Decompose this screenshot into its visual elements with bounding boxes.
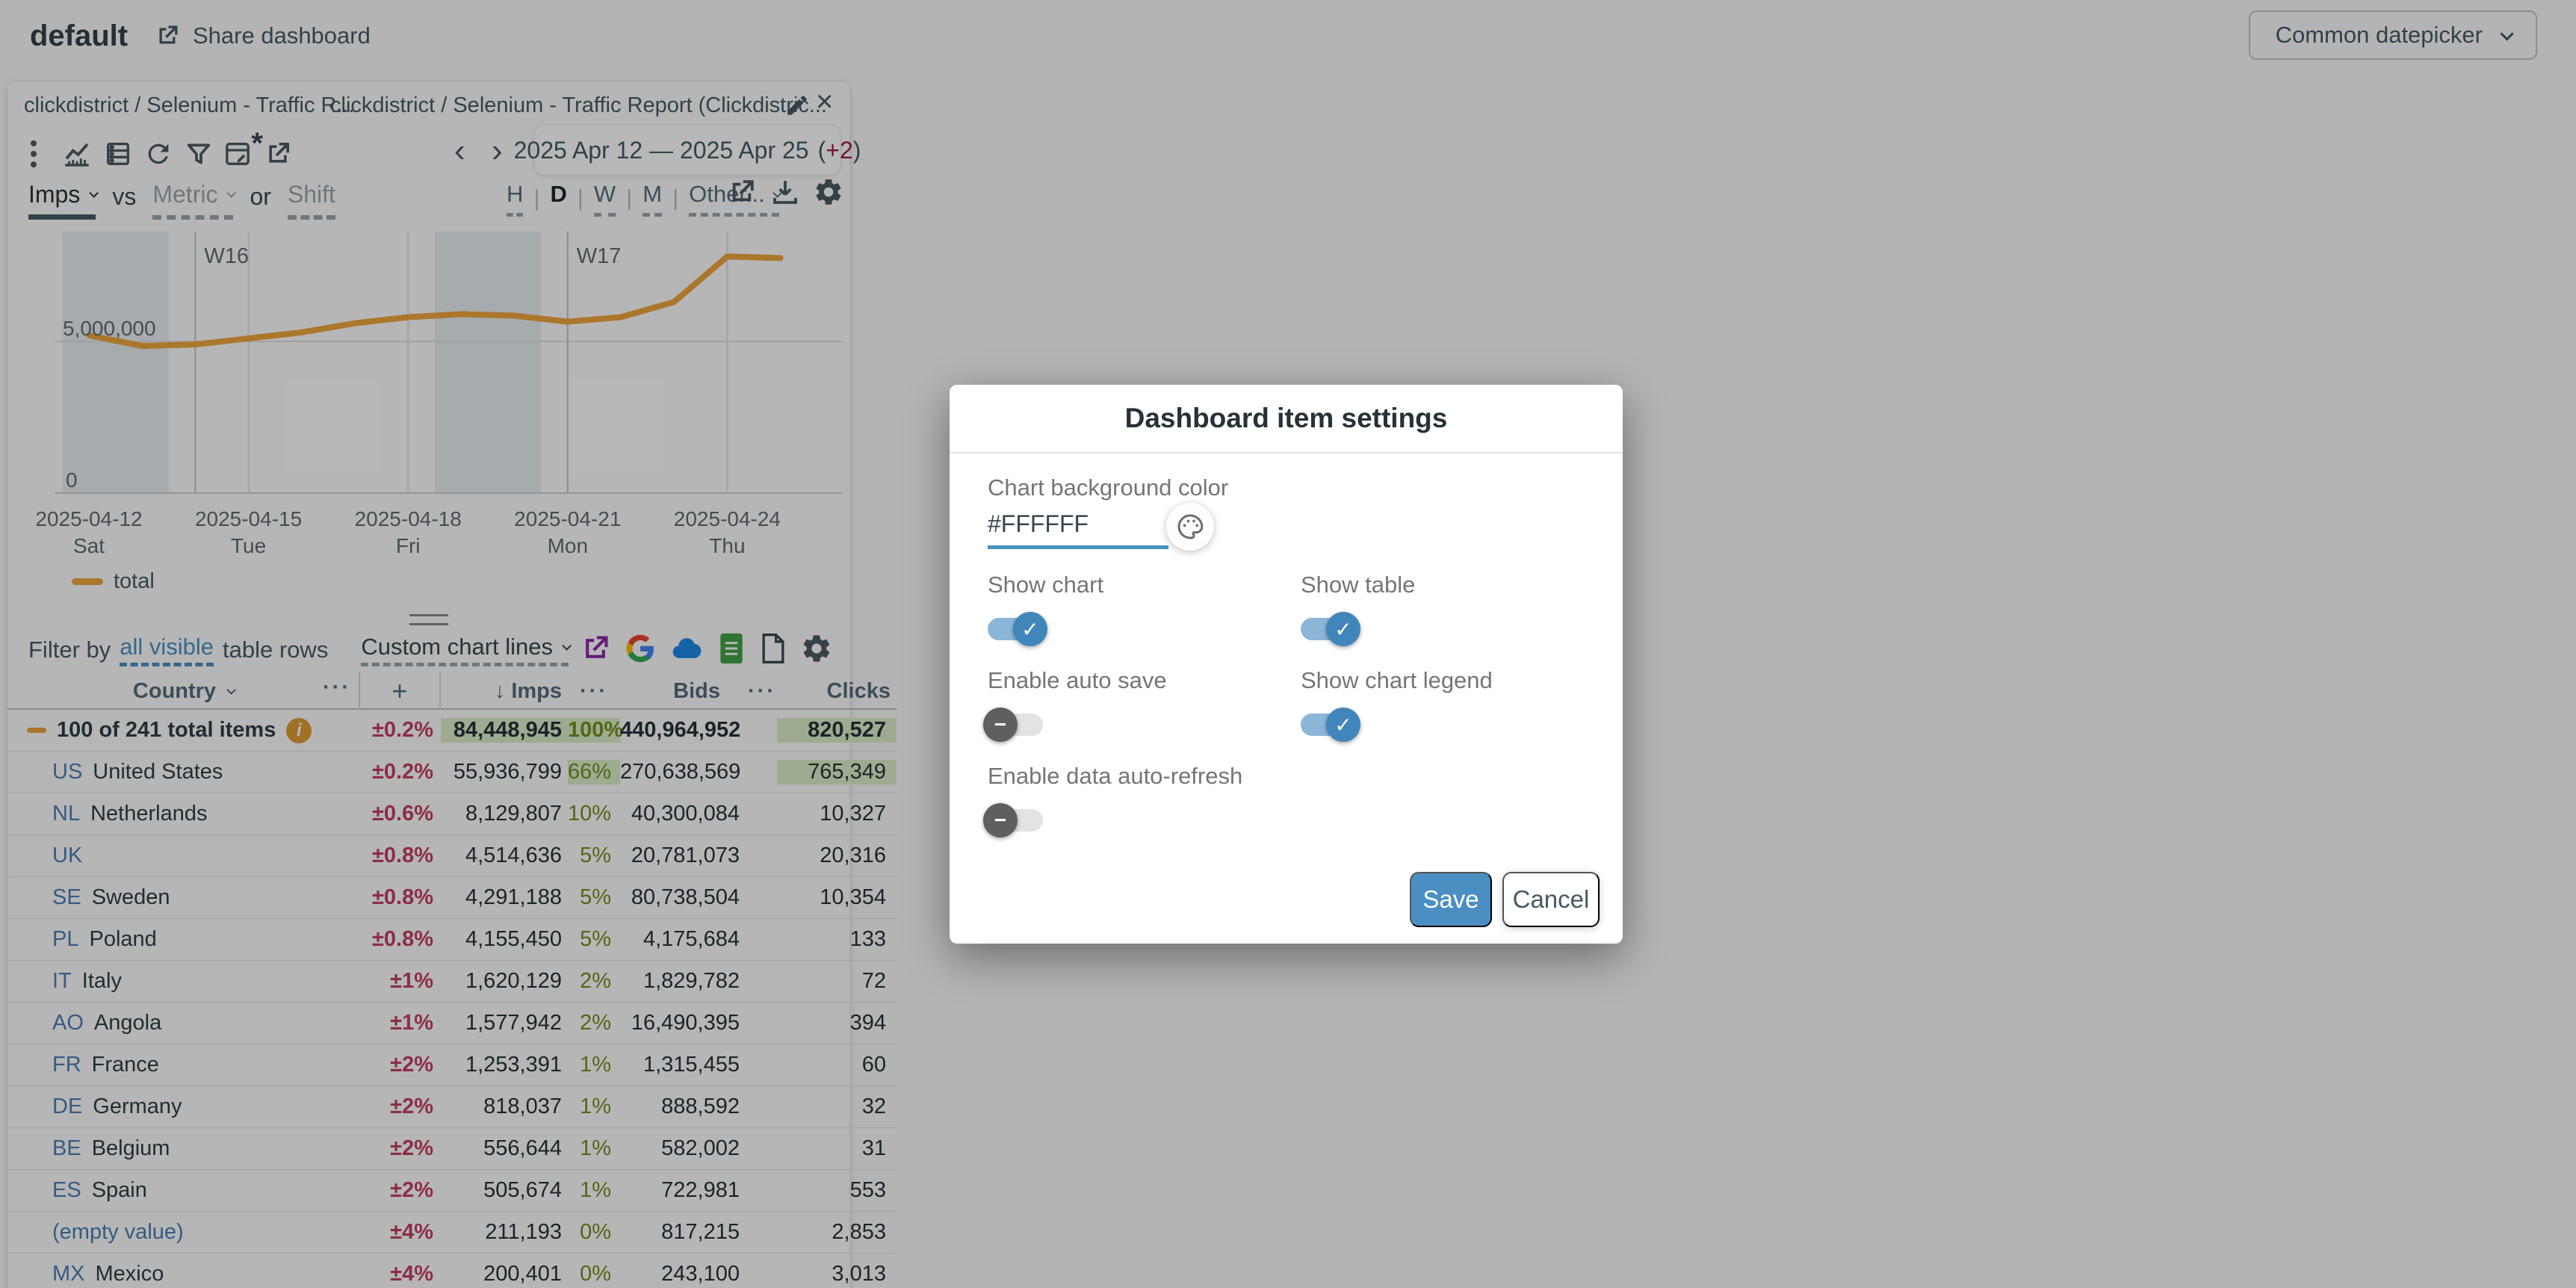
check-icon: ✓ [1326, 708, 1360, 742]
toggle-label: Show chart legend [1301, 667, 1493, 694]
cancel-button[interactable]: Cancel [1502, 872, 1600, 927]
chart-background-color-label: Chart background color [988, 474, 1228, 501]
toggle-show-table[interactable]: ✓ [1301, 618, 1356, 640]
minus-icon: − [983, 803, 1018, 837]
toggle-show-chart[interactable]: ✓ [988, 618, 1043, 640]
modal-title: Dashboard item settings [950, 385, 1623, 453]
toggle-label: Show chart [988, 572, 1103, 598]
chart-background-color-input[interactable] [988, 510, 1168, 549]
check-icon: ✓ [1326, 612, 1360, 646]
save-button[interactable]: Save [1410, 872, 1492, 927]
check-icon: ✓ [1013, 612, 1047, 646]
toggle-label: Show table [1301, 572, 1415, 598]
color-palette-icon[interactable] [1166, 503, 1214, 551]
toggle-show-chart-legend[interactable]: ✓ [1301, 713, 1356, 736]
toggle-enable-auto-save[interactable]: − [988, 713, 1043, 736]
dashboard-item-settings-modal: Dashboard item settings Chart background… [950, 385, 1623, 944]
minus-icon: − [983, 708, 1018, 742]
toggle-enable-data-auto-refresh[interactable]: − [988, 809, 1043, 832]
toggle-label: Enable auto save [988, 667, 1167, 694]
toggle-label: Enable data auto-refresh [988, 763, 1242, 790]
